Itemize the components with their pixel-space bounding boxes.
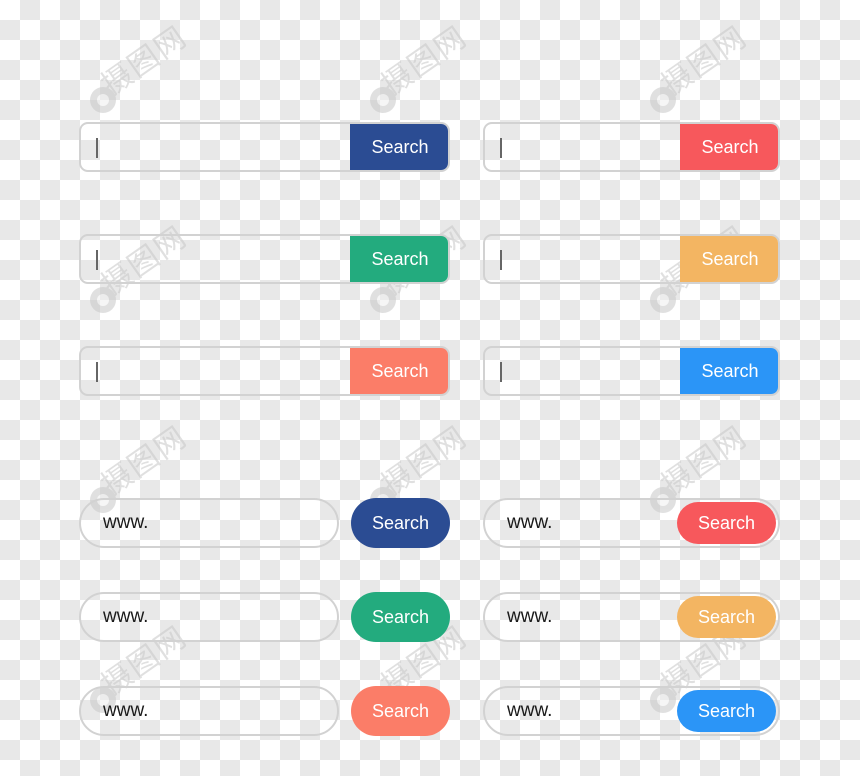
search-bar-square[interactable]: Search <box>79 122 450 172</box>
watermark: 摄图网 <box>650 19 780 122</box>
watermark-logo-icon <box>650 287 676 313</box>
search-bar-square[interactable]: Search <box>483 234 780 284</box>
text-caret <box>96 250 98 270</box>
text-caret <box>500 362 502 382</box>
url-input-value[interactable]: www. <box>103 688 148 734</box>
search-button[interactable]: Search <box>677 690 776 732</box>
search-button[interactable]: Search <box>351 498 450 548</box>
url-input-value[interactable]: www. <box>507 500 552 546</box>
search-button[interactable]: Search <box>680 124 778 170</box>
url-input-pill[interactable]: www. <box>79 686 339 736</box>
search-button[interactable]: Search <box>350 348 448 394</box>
search-bar-pill[interactable]: www. Search <box>483 592 780 642</box>
search-button[interactable]: Search <box>677 502 776 544</box>
search-button[interactable]: Search <box>680 348 778 394</box>
watermark-logo-icon <box>650 87 676 113</box>
watermark-logo-icon <box>370 287 396 313</box>
url-input-value[interactable]: www. <box>103 594 148 640</box>
url-input-value[interactable]: www. <box>103 500 148 546</box>
watermark-logo-icon <box>370 87 396 113</box>
search-button[interactable]: Search <box>351 592 450 642</box>
text-caret <box>500 138 502 158</box>
search-button[interactable]: Search <box>350 124 448 170</box>
text-caret <box>96 362 98 382</box>
search-button[interactable]: Search <box>351 686 450 736</box>
text-caret <box>96 138 98 158</box>
search-bar-pill[interactable]: www. Search <box>483 686 780 736</box>
url-input-pill[interactable]: www. <box>79 498 339 548</box>
watermark-logo-icon <box>90 87 116 113</box>
url-input-pill[interactable]: www. <box>79 592 339 642</box>
search-bar-square[interactable]: Search <box>79 234 450 284</box>
search-bar-pill[interactable]: www. Search <box>483 498 780 548</box>
url-input-value[interactable]: www. <box>507 594 552 640</box>
watermark-logo-icon <box>90 287 116 313</box>
search-bar-square[interactable]: Search <box>483 122 780 172</box>
search-bar-square[interactable]: Search <box>483 346 780 396</box>
text-caret <box>500 250 502 270</box>
watermark: 摄图网 <box>90 19 220 122</box>
url-input-value[interactable]: www. <box>507 688 552 734</box>
search-button[interactable]: Search <box>680 236 778 282</box>
watermark: 摄图网 <box>370 19 500 122</box>
search-bar-square[interactable]: Search <box>79 346 450 396</box>
search-button[interactable]: Search <box>350 236 448 282</box>
search-button[interactable]: Search <box>677 596 776 638</box>
